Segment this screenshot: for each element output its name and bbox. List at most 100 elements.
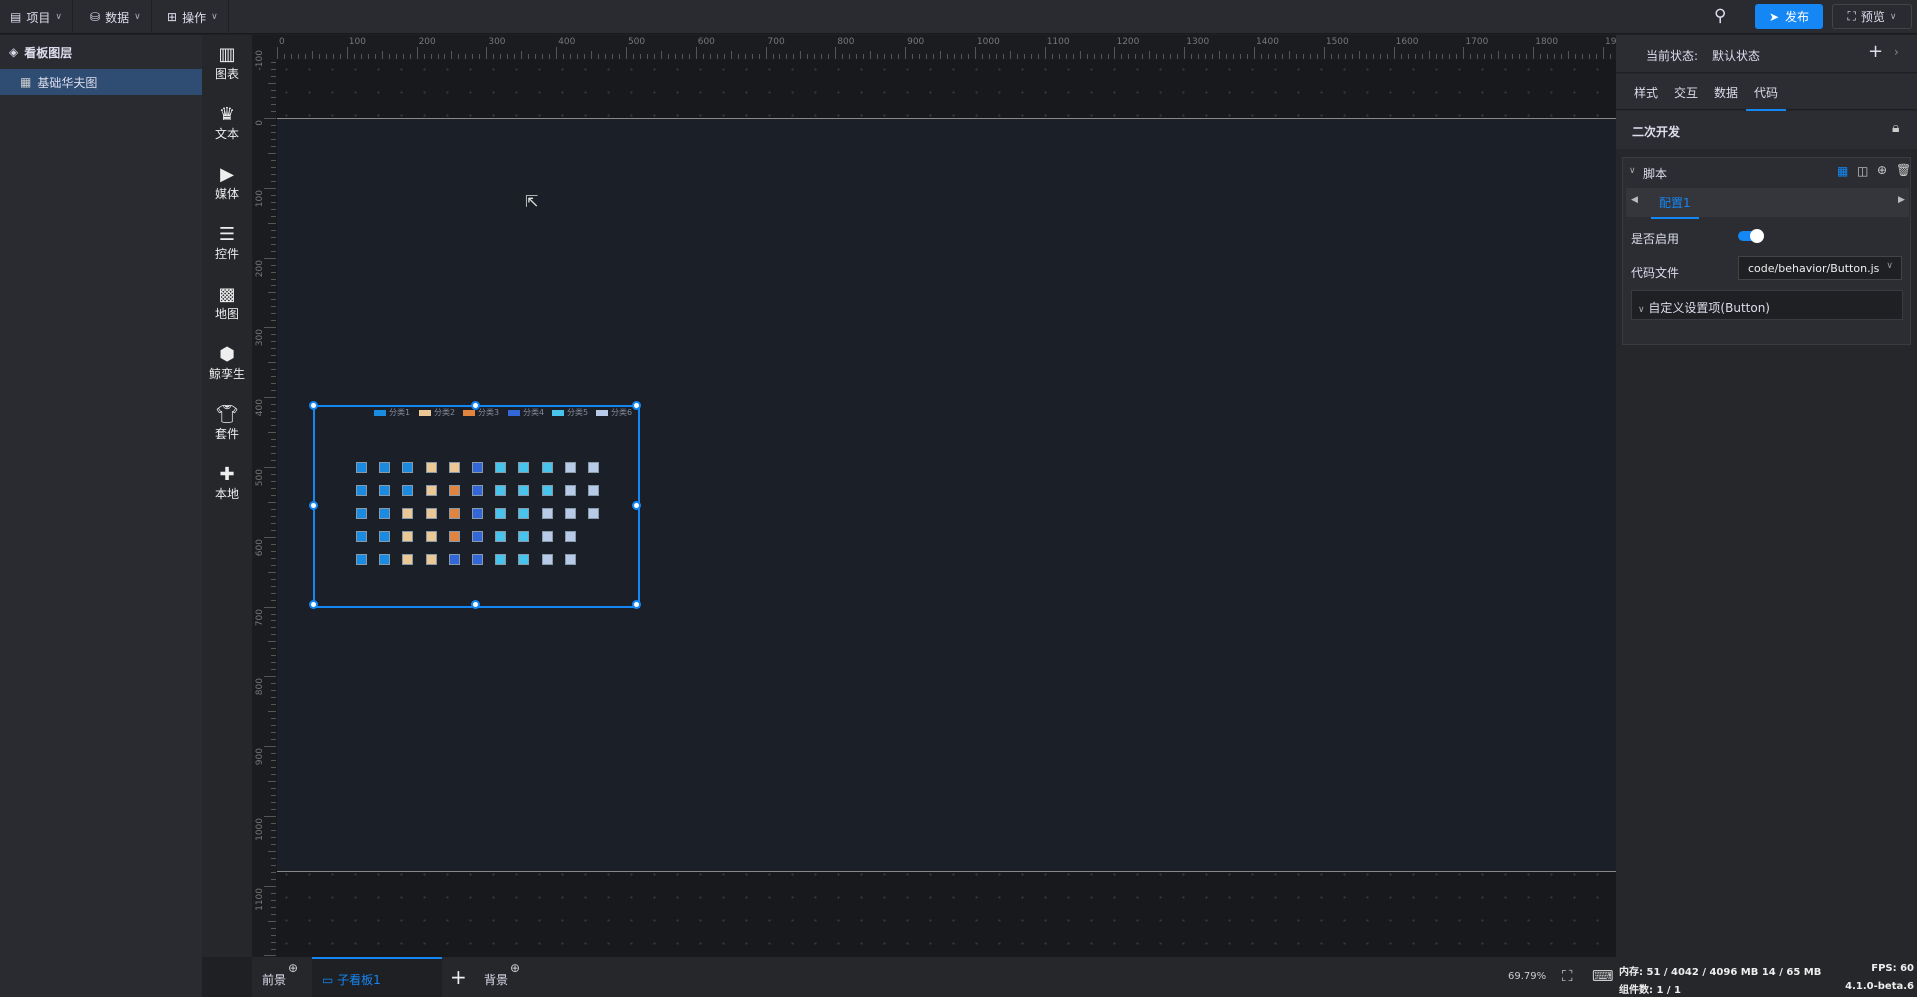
component-label: 鲸孪生: [208, 367, 245, 381]
ruler-label: -100: [255, 50, 265, 71]
ruler-tick: [444, 54, 446, 59]
trash-icon[interactable]: 🗑︎: [1896, 163, 1911, 177]
ruler-tick: [271, 829, 276, 831]
ruler-tick: [514, 54, 516, 59]
resize-handle[interactable]: [309, 500, 318, 510]
component-bar: ▥ 图表 ♛ 文本 ▶ 媒体 ☰ 控件 ▩ 地图 ⬢ 鲸孪生 👕︎ 套件 ✚ 本地: [202, 35, 252, 957]
ruler-label: 800: [255, 678, 265, 696]
arrow-left-icon[interactable]: ◀: [1631, 195, 1638, 205]
menu-project[interactable]: ▤ 项目 ∨: [0, 0, 73, 34]
add-board-button[interactable]: +: [442, 957, 472, 997]
ruler-tick: [898, 54, 900, 59]
ruler-tick: [1219, 51, 1221, 59]
chevron-down-icon[interactable]: ∨: [1629, 166, 1636, 176]
ruler-tick: [271, 494, 276, 496]
resize-handle[interactable]: [470, 600, 480, 609]
resize-handle[interactable]: [309, 401, 318, 410]
config-tab[interactable]: 配置1: [1651, 194, 1699, 219]
menu-operate[interactable]: ⊞ 操作 ∨: [157, 0, 229, 34]
tab-0[interactable]: 样式: [1634, 84, 1658, 101]
component-map[interactable]: ▩ 地图: [202, 285, 252, 322]
background-tab[interactable]: 背景 ⊕: [474, 957, 534, 997]
publish-button[interactable]: ➤ 发布: [1755, 4, 1823, 29]
ruler-tick: [1016, 54, 1018, 59]
ruler-tick: [1344, 54, 1346, 59]
ruler-tick: [667, 54, 669, 59]
ruler-tick: [271, 76, 276, 78]
ruler-tick: [605, 54, 606, 59]
config-tabs: ◀ 配置1 ▶: [1626, 188, 1909, 219]
resize-handle[interactable]: [632, 600, 641, 609]
tab-2[interactable]: 数据: [1714, 84, 1738, 101]
ruler-label: 600: [255, 538, 265, 556]
component-bar-chart[interactable]: ▥ 图表: [202, 45, 252, 82]
resize-handle[interactable]: [470, 401, 480, 410]
custom-settings-collapse[interactable]: ∨ 自定义设置项(Button): [1631, 290, 1903, 320]
ruler-tick: [695, 47, 697, 59]
tab-1[interactable]: 交互: [1674, 84, 1698, 101]
resize-handle[interactable]: [632, 401, 641, 410]
ruler-label: 1000: [255, 817, 265, 841]
state-value[interactable]: 默认状态: [1712, 47, 1760, 64]
tab-3[interactable]: 代码: [1746, 84, 1787, 111]
code-file-select[interactable]: code/behavior/Button.js ∨: [1738, 256, 1902, 280]
ruler-tick: [1281, 54, 1283, 59]
ruler-label: 200: [418, 37, 436, 47]
component-puzzle[interactable]: ✚ 本地: [202, 465, 252, 502]
component-cube[interactable]: ⬢ 鲸孪生: [202, 345, 252, 382]
foreground-tab[interactable]: 前景 ⊕: [252, 957, 312, 997]
ruler-tick: [528, 54, 530, 59]
ruler-tick: [271, 808, 276, 810]
resize-handle[interactable]: [632, 500, 641, 510]
ruler-label: 500: [255, 468, 265, 487]
ruler-tick: [1498, 51, 1500, 59]
component-list[interactable]: ☰ 控件: [202, 225, 252, 262]
ruler-tick: [765, 47, 767, 59]
component-shirt[interactable]: 👕︎ 套件: [202, 405, 252, 442]
layout-icon[interactable]: ▦: [1837, 164, 1848, 178]
fit-screen-icon[interactable]: ⛶: [1562, 967, 1573, 985]
chevron-right-icon[interactable]: ›: [1894, 45, 1899, 59]
add-circle-icon[interactable]: ⊕: [1877, 163, 1887, 177]
ruler-tick: [709, 54, 711, 59]
ruler-tick: [1093, 54, 1095, 59]
search-icon[interactable]: ⚲: [1714, 6, 1736, 28]
enable-toggle[interactable]: [1738, 229, 1764, 243]
ruler-label: 100: [348, 37, 366, 47]
ruler-tick: [268, 571, 276, 573]
ruler-tick: [271, 425, 276, 427]
ruler-tick: [290, 54, 292, 59]
lock-icon[interactable]: 🔒︎: [1892, 120, 1899, 136]
split-icon[interactable]: ◫: [1857, 164, 1868, 178]
arrow-right-icon[interactable]: ▶: [1898, 195, 1905, 205]
ruler-tick: [1533, 47, 1535, 59]
ruler-tick: [311, 51, 313, 59]
ruler-tick: [318, 54, 320, 59]
ruler-tick: [264, 327, 276, 329]
ruler-tick: [1309, 54, 1311, 59]
ruler-tick: [423, 54, 425, 59]
grid-icon: ⊞: [167, 10, 178, 24]
ruler-tick: [926, 54, 928, 59]
resize-handle[interactable]: [309, 600, 318, 609]
bar-chart-icon: ▥: [218, 44, 236, 65]
add-state-icon[interactable]: +: [1868, 41, 1883, 62]
menu-data[interactable]: ⛁ 数据 ∨: [80, 0, 152, 34]
ruler-tick: [1023, 54, 1025, 59]
add-circle-icon[interactable]: ⊕: [510, 961, 520, 975]
add-circle-icon[interactable]: ⊕: [288, 961, 298, 975]
ruler-label: 600: [697, 37, 715, 47]
zoom-level[interactable]: 69.79%: [1508, 971, 1546, 982]
layer-item[interactable]: ▦ 基础华夫图: [0, 69, 202, 95]
ruler-label: 1800: [1535, 37, 1559, 47]
selection-box[interactable]: [309, 401, 641, 609]
chevron-down-icon: ∨: [134, 12, 141, 22]
board-tab[interactable]: ▭ 子看板1: [312, 957, 442, 997]
preview-button[interactable]: ⛶ 预览 ∨: [1832, 4, 1912, 29]
component-camera[interactable]: ▶ 媒体: [202, 165, 252, 202]
keyboard-icon[interactable]: ⌨: [1592, 967, 1614, 985]
component-label: 本地: [214, 487, 239, 501]
component-crown[interactable]: ♛ 文本: [202, 105, 252, 142]
ruler-tick: [1386, 54, 1388, 59]
bottom-bar: 前景 ⊕ ▭ 子看板1 + 背景 ⊕ 69.79% ⛶ ⌨: [252, 957, 1616, 997]
